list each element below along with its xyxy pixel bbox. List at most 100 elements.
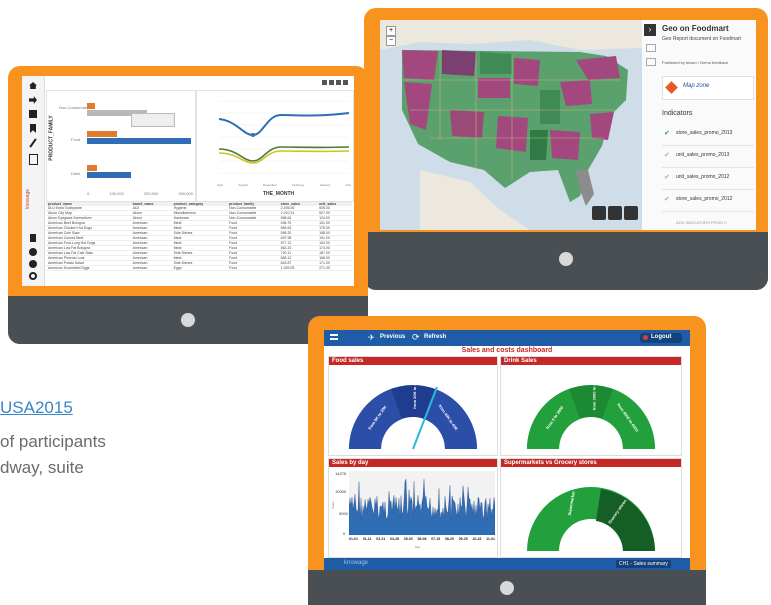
bar-category: Non-Consumable [59, 105, 91, 110]
indicator-label: store_sales_promo_2013 [676, 130, 733, 136]
x-ticks: 0 100,000 200,000 300,000 [87, 191, 193, 196]
x-tick: January [319, 183, 331, 187]
x-tick: 07-15 [431, 537, 441, 541]
line-x-ticks: April August December February January J… [217, 183, 351, 187]
document-icon[interactable] [29, 154, 38, 165]
x-tick: 0 [87, 191, 90, 196]
table-cell: Eggs [171, 265, 228, 271]
home-button[interactable] [181, 313, 195, 327]
indicator-label: unit_sales_promo_2012 [676, 174, 730, 180]
check-icon: ✔ [664, 152, 670, 159]
home-button[interactable] [500, 581, 514, 595]
logout-button[interactable]: Logout [640, 333, 682, 343]
home-button[interactable] [559, 252, 573, 266]
email-icon[interactable] [646, 58, 656, 66]
menu-icon[interactable] [330, 334, 338, 340]
table-cell: 1,039.05 [278, 265, 318, 271]
cockpit-screen: knowage PRODUCT_FAMILY Non-Consumable Fo… [22, 76, 354, 286]
dash-toolbar: ✈ Previous ⟳ Refresh Logout [324, 330, 690, 346]
refresh-icon[interactable] [322, 80, 327, 85]
menu-icon[interactable] [343, 80, 348, 85]
indicator-item[interactable]: ✔ unit_sales_promo_2013 [662, 146, 754, 168]
previous-button[interactable]: Previous [380, 334, 405, 340]
tablet-geo: + − › Geo on Foodmart Geo Report documen… [364, 8, 768, 290]
widget-toolbar [322, 80, 350, 86]
filter-icon[interactable] [329, 80, 334, 85]
bar-chart-widget: PRODUCT_FAMILY Non-Consumable Food Drink… [46, 90, 196, 202]
x-label: Day [415, 545, 421, 549]
footer-tag[interactable]: CH1 - Sales summary [616, 560, 671, 568]
grid-icon[interactable] [336, 80, 341, 85]
x-tick: 01-11 [362, 537, 372, 541]
table-cell: American [130, 265, 172, 271]
bookmark-icon[interactable] [30, 124, 36, 133]
tablet-geo-bezel [364, 232, 768, 290]
x-tick: August [238, 183, 248, 187]
panel-drink-header: Drink Sales [501, 357, 681, 365]
dash-title: Sales and costs dashboard [461, 347, 553, 354]
flag-icon[interactable] [30, 234, 36, 242]
link-usa2015[interactable]: USA2015 [0, 398, 73, 418]
map-canvas[interactable]: + − [380, 20, 642, 230]
x-tick: 11-01 [486, 537, 495, 541]
y-tick: 10000 [335, 489, 347, 494]
tablet-dashboard-bezel [308, 570, 706, 605]
add-indicators-button[interactable]: ADD INDICATORS FROM C [676, 220, 727, 225]
bar-orange [87, 131, 117, 137]
dashboard-screen: ✈ Previous ⟳ Refresh Logout Sales and co… [324, 330, 690, 570]
info-icon[interactable] [29, 260, 37, 268]
panel-super: Supermarkets vs Grocery stores Supermark… [500, 458, 682, 558]
map-options-icon[interactable] [624, 206, 638, 220]
share-icon[interactable] [29, 96, 37, 104]
dash-content: Sales and costs dashboard Food sales fro… [324, 346, 690, 558]
save-icon[interactable] [29, 110, 37, 118]
zoom-out-button[interactable]: − [386, 36, 396, 46]
collapse-arrow-icon[interactable]: › [644, 24, 656, 36]
x-tick: 08-20 [444, 537, 454, 541]
line-xlabel: THE_MONTH [263, 191, 295, 197]
settings-icon[interactable] [29, 272, 37, 280]
tablet-dashboard: ✈ Previous ⟳ Refresh Logout Sales and co… [308, 316, 706, 605]
home-icon[interactable] [29, 82, 37, 89]
bar-blue [87, 138, 191, 144]
check-icon: ✔ [664, 130, 670, 137]
x-tick: December [263, 183, 277, 187]
tablet-cockpit: knowage PRODUCT_FAMILY Non-Consumable Fo… [8, 66, 368, 344]
sales-table: product_name brand_name product_category… [46, 202, 352, 271]
map-zone-label: Map zone [683, 83, 710, 89]
text-line-2: dway, suite [0, 458, 84, 477]
indicators-title: Indicators [662, 110, 693, 117]
day-x-ticks: 01-01 01-11 02-21 03-28 05-03 06-08 07-1… [349, 537, 495, 541]
super-gauge [527, 487, 655, 551]
check-icon: ✔ [664, 174, 670, 181]
refresh-button[interactable]: Refresh [424, 334, 446, 340]
refresh-icon: ⟳ [412, 332, 420, 342]
left-toolbar: knowage [22, 76, 45, 286]
zoom-in-button[interactable]: + [386, 26, 396, 36]
x-tick: 03-28 [390, 537, 399, 541]
x-tick: 09-25 [458, 537, 468, 541]
indicator-list: ✔ store_sales_promo_2013 ✔ unit_sales_pr… [662, 124, 754, 212]
help-icon[interactable] [29, 248, 37, 256]
x-tick: 02-21 [376, 537, 386, 541]
edit-icon[interactable] [29, 138, 37, 148]
panel-day-header: Sales by day [329, 459, 497, 467]
bar-blue [87, 172, 131, 178]
table-cell: 271.00 [317, 265, 352, 271]
table-row[interactable]: American Scrambled Eggs American Eggs Food 1… [46, 265, 352, 271]
indicator-item[interactable]: ✔ store_sales_promo_2012 [662, 190, 754, 212]
map-zone-row[interactable]: Map zone [662, 76, 754, 100]
layer-list-icon[interactable] [592, 206, 606, 220]
x-tick: April [217, 183, 224, 187]
logout-label: Logout [651, 334, 672, 340]
previous-icon: ✈ [368, 333, 375, 342]
globe-icon[interactable] [608, 206, 622, 220]
print-icon[interactable] [646, 44, 656, 52]
indicator-item[interactable]: ✔ store_sales_promo_2013 [662, 124, 754, 146]
tooltip [131, 113, 175, 127]
line-chart-widget: THE_MONTH April August December February… [196, 90, 354, 202]
indicator-item[interactable]: ✔ unit_sales_promo_2012 [662, 168, 754, 190]
text-line-1: of participants [0, 432, 106, 451]
x-tick: July [345, 183, 351, 187]
y-tick: 0 [343, 531, 346, 536]
